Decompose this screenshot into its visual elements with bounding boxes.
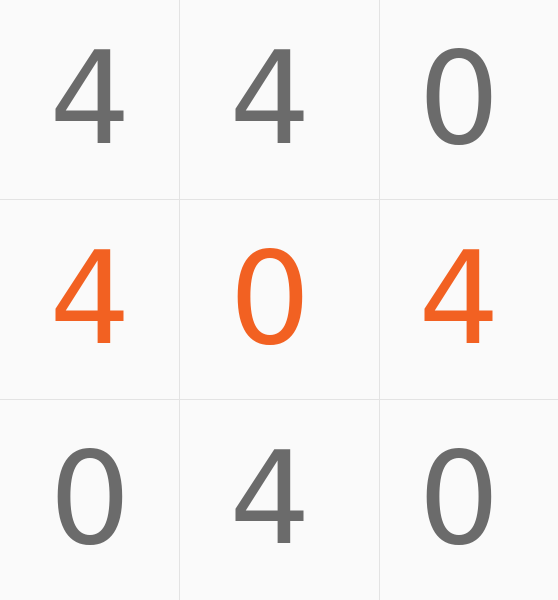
digit: 0 — [49, 425, 131, 574]
grid-row: 0 4 0 — [0, 400, 558, 600]
digit: 4 — [49, 25, 131, 174]
grid-cell: 4 — [180, 0, 360, 200]
grid-cell: 0 — [0, 400, 180, 600]
highlighted-digit: 0 — [229, 225, 311, 374]
highlighted-digit: 4 — [49, 225, 131, 374]
grid-row: 4 4 0 — [0, 0, 558, 200]
grid-cell: 4 — [0, 200, 180, 400]
grid-cell: 4 — [180, 400, 360, 600]
grid-cell: 4 — [0, 0, 180, 200]
grid-cell: 4 — [360, 200, 558, 400]
digit: 4 — [229, 425, 311, 574]
grid-cell: 0 — [180, 200, 360, 400]
error-404-grid: 4 4 0 4 0 4 0 4 0 — [0, 0, 558, 600]
digit: 0 — [418, 25, 500, 174]
grid-cell: 0 — [360, 0, 558, 200]
grid-row-highlighted: 4 0 4 — [0, 200, 558, 400]
digit: 0 — [418, 425, 500, 574]
grid-cell: 0 — [360, 400, 558, 600]
highlighted-digit: 4 — [418, 225, 500, 374]
digit: 4 — [229, 25, 311, 174]
